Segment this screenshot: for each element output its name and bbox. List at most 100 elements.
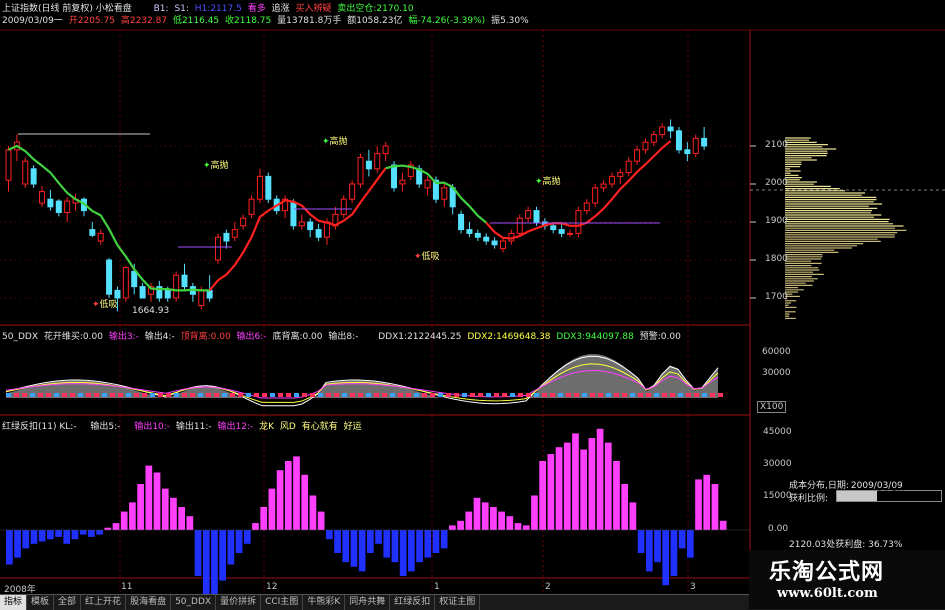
candle-body xyxy=(441,187,448,200)
tab-ljpc[interactable]: 量价拼拆 xyxy=(216,595,262,610)
y-label-2000: 2000 xyxy=(765,178,788,188)
tab-qzzt[interactable]: 权证主图 xyxy=(435,595,481,610)
hlfk-bar xyxy=(432,530,440,553)
ddx-marker xyxy=(262,393,267,397)
sc11-label: 输出11:- xyxy=(175,422,212,432)
gaopao-label-3: ✦高抛 xyxy=(535,177,561,187)
ddx-marker xyxy=(494,393,499,397)
tab-tzgw[interactable]: 同舟共舞 xyxy=(345,595,391,610)
tab-hskh[interactable]: 红上开花 xyxy=(81,595,127,610)
hlfk-bar xyxy=(284,461,292,530)
dbx-label: 底背离:0.00 xyxy=(272,332,323,342)
tab-template[interactable]: 模板 xyxy=(27,595,55,610)
sc5-label: 输出5:- xyxy=(90,422,121,432)
hlfk-bar xyxy=(695,479,702,530)
profit-ratio-value: 36.7% xyxy=(877,490,906,500)
profit-ratio-label: 获利比例: xyxy=(789,494,829,504)
ddx-marker xyxy=(302,393,307,397)
watermark-url: www.60lt.com xyxy=(777,586,878,601)
hlfk-bar xyxy=(367,530,374,553)
ddx-marker xyxy=(438,393,443,397)
hlfk-bar xyxy=(408,530,415,572)
tab-nxck[interactable]: 牛熊彩K xyxy=(303,595,346,610)
ddx-marker xyxy=(46,393,51,397)
hlfk-bar xyxy=(301,474,309,530)
ddx-marker xyxy=(190,393,195,397)
hlfk-bar xyxy=(629,502,637,530)
y-label-1800: 1800 xyxy=(765,254,788,264)
ddx-marker xyxy=(94,393,99,397)
ddx-marker xyxy=(270,393,275,397)
ddx-marker xyxy=(102,393,107,397)
candle-body xyxy=(684,149,691,155)
hlfk-bar xyxy=(22,530,30,549)
hlfk-bar xyxy=(112,523,120,530)
ddx-unit-box: X100 xyxy=(757,401,787,413)
ddx-marker xyxy=(318,393,323,397)
ddx-marker xyxy=(334,393,339,397)
ddx-marker xyxy=(134,393,139,397)
candle-body xyxy=(164,289,171,299)
hlfk-y-15000: 15000 xyxy=(763,491,792,501)
sc10-label: 输出10:- xyxy=(134,422,171,432)
kline-chart[interactable] xyxy=(0,0,945,609)
candle-body xyxy=(256,175,263,200)
ddx-marker xyxy=(198,393,203,397)
candle-body xyxy=(391,164,398,189)
ddx-marker xyxy=(110,393,115,397)
y-label-1900: 1900 xyxy=(765,216,788,226)
ddx-marker xyxy=(542,393,547,397)
hlfk-bar xyxy=(309,495,317,530)
candle-body xyxy=(617,172,624,177)
low-value-label: 1664.93 xyxy=(132,306,170,316)
x-label-11: 11 xyxy=(121,582,133,592)
ddx-marker xyxy=(470,393,475,397)
ddx-marker xyxy=(606,393,611,397)
candle-body xyxy=(634,149,641,162)
hlfk-bar xyxy=(227,530,235,565)
hlfk-bar xyxy=(137,484,144,530)
hlfk-bar xyxy=(47,530,54,540)
candle-body xyxy=(122,267,129,299)
ddx-marker xyxy=(566,393,571,397)
ddx-marker xyxy=(206,393,211,397)
ddx-marker xyxy=(646,393,651,397)
dbj-label: 顶背离:0.00 xyxy=(180,332,231,342)
candle-body xyxy=(64,200,71,214)
ddx-marker xyxy=(630,393,635,397)
hlfk-bar xyxy=(465,511,473,530)
hlfk-bar xyxy=(55,530,62,537)
hlfk-bar xyxy=(317,511,325,530)
ddx-marker xyxy=(246,393,251,397)
tab-all[interactable]: 全部 xyxy=(54,595,82,610)
hlfk-bar xyxy=(161,488,169,530)
candle-body xyxy=(533,210,540,223)
candle-body xyxy=(575,210,582,234)
candle-body xyxy=(340,198,347,215)
hlfk-bar xyxy=(350,530,358,567)
ddx-marker xyxy=(702,393,707,397)
candle-body xyxy=(315,229,322,238)
x-label-12: 12 xyxy=(266,582,278,592)
candle-body xyxy=(583,202,590,212)
candle-body xyxy=(139,286,146,299)
ddx-y-60000: 60000 xyxy=(762,347,791,357)
ddx-marker xyxy=(414,393,419,397)
candle-body xyxy=(608,175,615,185)
candle-body xyxy=(240,217,247,227)
ddx-marker xyxy=(526,393,531,397)
hlfk-bar xyxy=(235,530,243,553)
tab-indicator[interactable]: 指标 xyxy=(0,595,28,610)
tab-50ddx[interactable]: 50_DDX xyxy=(171,595,217,610)
ddx-marker xyxy=(502,393,507,397)
ddx-marker xyxy=(614,393,619,397)
ddx-marker xyxy=(638,393,643,397)
tab-ghkp[interactable]: 股海看盘 xyxy=(126,595,172,610)
hlfk-bar xyxy=(325,530,333,540)
hlfk-bar xyxy=(260,507,268,530)
hlfk-bar xyxy=(276,470,284,530)
tab-cci[interactable]: CCI主图 xyxy=(261,595,304,610)
ddx-marker xyxy=(54,393,59,397)
ddx-marker xyxy=(558,393,563,397)
tab-hlfk[interactable]: 红绿反扣 xyxy=(390,595,436,610)
